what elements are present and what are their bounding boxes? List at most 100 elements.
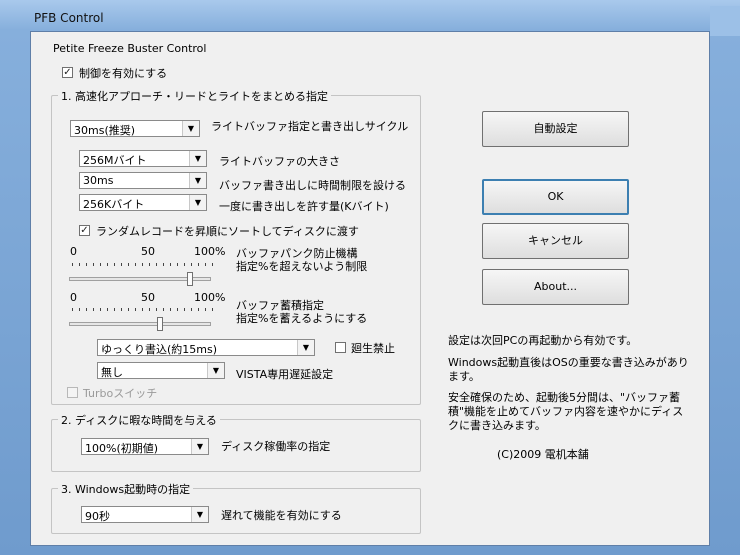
random-sort-checkbox[interactable]: ✓ [79,225,90,236]
note-safety-line2: 積"機能を止めてバッファ内容を速やかにディス [448,405,684,418]
slider-tick [121,263,122,266]
slider-tick [79,263,80,266]
regen-ban-checkbox[interactable] [335,342,346,353]
buffer-size-select[interactable]: 256Mバイト ▼ [79,150,207,167]
slider2-track[interactable] [69,322,211,326]
slider-tick [198,308,199,311]
slider-tick [170,308,171,311]
slider-tick [198,263,199,266]
slider1-thumb[interactable] [186,272,193,286]
disk-rate-label: ディスク稼働率の指定 [221,440,331,453]
vista-delay-label: VISTA専用遅延設定 [236,368,334,381]
auto-setting-button[interactable]: 自動設定 [482,111,629,147]
slider-tick [184,263,185,266]
slider-tick [79,308,80,311]
slider-tick [86,263,87,266]
section1-title: 1. 高速化アプローチ・リードとライトをまとめる指定 [58,88,331,104]
chevron-down-icon[interactable]: ▼ [207,363,224,378]
slider-tick [191,308,192,311]
slider-tick [100,263,101,266]
slider-tick [114,263,115,266]
startup-delay-label: 遅れて機能を有効にする [221,509,342,522]
disk-rate-select[interactable]: 100%(初期値) ▼ [81,438,209,455]
slider-tick [156,263,157,266]
slider-tick [135,263,136,266]
slider-tick [177,308,178,311]
ok-button[interactable]: OK [482,179,629,215]
note-restart: 設定は次回PCの再起動から有効です。 [448,334,638,347]
vista-delay-select[interactable]: 無し ▼ [97,362,225,379]
slider-tick [149,263,150,266]
chevron-down-icon[interactable]: ▼ [189,151,206,166]
slider-tick [93,263,94,266]
slider-tick [72,263,73,266]
slider-tick [128,263,129,266]
write-cycle-label: ライトバッファ指定と書き出しサイクル [211,120,409,133]
about-button[interactable]: About... [482,269,629,305]
checkmark-icon: ✓ [80,225,89,236]
chevron-down-icon[interactable]: ▼ [182,121,199,136]
vista-delay-value: 無し [101,366,123,379]
slider-tick [163,308,164,311]
window-title: PFB Control [34,11,104,25]
copyright: (C)2009 電机本舗 [497,448,589,461]
slider-tick [93,308,94,311]
chevron-down-icon[interactable]: ▼ [191,507,208,522]
slider-tick [163,263,164,266]
time-limit-select[interactable]: 30ms ▼ [79,172,207,189]
slider-tick [121,308,122,311]
slider-tick [212,308,213,311]
write-mode-value: ゆっくり書込(約15ms) [101,343,218,356]
frame-corner [710,6,740,36]
slider2-label-line2: 指定%を蓄えるようにする [236,312,368,325]
startup-delay-select[interactable]: 90秒 ▼ [81,506,209,523]
note-startup-line2: ます。 [448,370,480,383]
write-cycle-value: 30ms(推奨) [74,124,136,137]
chevron-down-icon[interactable]: ▼ [191,439,208,454]
time-limit-value: 30ms [83,174,114,187]
slider1-min: 0 [70,245,77,258]
chevron-down-icon[interactable]: ▼ [189,195,206,210]
note-safety-line1: 安全確保のため、起動後5分間は、"バッファ蓄 [448,391,681,404]
write-cycle-select[interactable]: 30ms(推奨) ▼ [70,120,200,137]
slider-tick [72,308,73,311]
slider1-ticks [72,263,213,267]
slider-tick [128,308,129,311]
slider-tick [205,263,206,266]
slider-tick [100,308,101,311]
write-amount-label: 一度に書き出しを許す量(Kバイト) [219,200,389,213]
turbo-checkbox[interactable] [67,387,78,398]
dialog-client-area: Petite Freeze Buster Control ✓ 制御を有効にする … [30,31,710,546]
buffer-size-label: ライトバッファの大きさ [219,155,340,168]
slider-tick [149,308,150,311]
slider-tick [107,308,108,311]
startup-delay-value: 90秒 [85,510,110,523]
slider-tick [156,308,157,311]
write-amount-select[interactable]: 256Kバイト ▼ [79,194,207,211]
app-caption: Petite Freeze Buster Control [53,42,207,55]
slider-tick [170,263,171,266]
buffer-size-value: 256Mバイト [83,154,147,167]
note-safety-line3: クに書き込みます。 [448,419,546,432]
write-amount-value: 256Kバイト [83,198,145,211]
slider-tick [135,308,136,311]
random-sort-label: ランダムレコードを昇順にソートしてディスクに渡す [96,225,359,238]
write-mode-select[interactable]: ゆっくり書込(約15ms) ▼ [97,339,315,356]
enable-control-checkbox[interactable]: ✓ [62,67,73,78]
section3-title: 3. Windows起動時の指定 [58,481,194,497]
time-limit-label: バッファ書き出しに時間制限を設ける [219,179,406,192]
slider1-mid: 50 [141,245,155,258]
chevron-down-icon[interactable]: ▼ [297,340,314,355]
slider2-thumb[interactable] [156,317,163,331]
application-window: PFB Control Petite Freeze Buster Control… [0,0,740,555]
note-startup-line1: Windows起動直後はOSの重要な書き込みがあり [448,356,689,369]
chevron-down-icon[interactable]: ▼ [189,173,206,188]
slider-tick [107,263,108,266]
enable-control-label: 制御を有効にする [79,67,168,80]
cancel-button[interactable]: キャンセル [482,223,629,259]
checkmark-icon: ✓ [63,67,72,78]
slider-tick [142,263,143,266]
slider-tick [86,308,87,311]
slider-tick [191,263,192,266]
slider-tick [177,263,178,266]
